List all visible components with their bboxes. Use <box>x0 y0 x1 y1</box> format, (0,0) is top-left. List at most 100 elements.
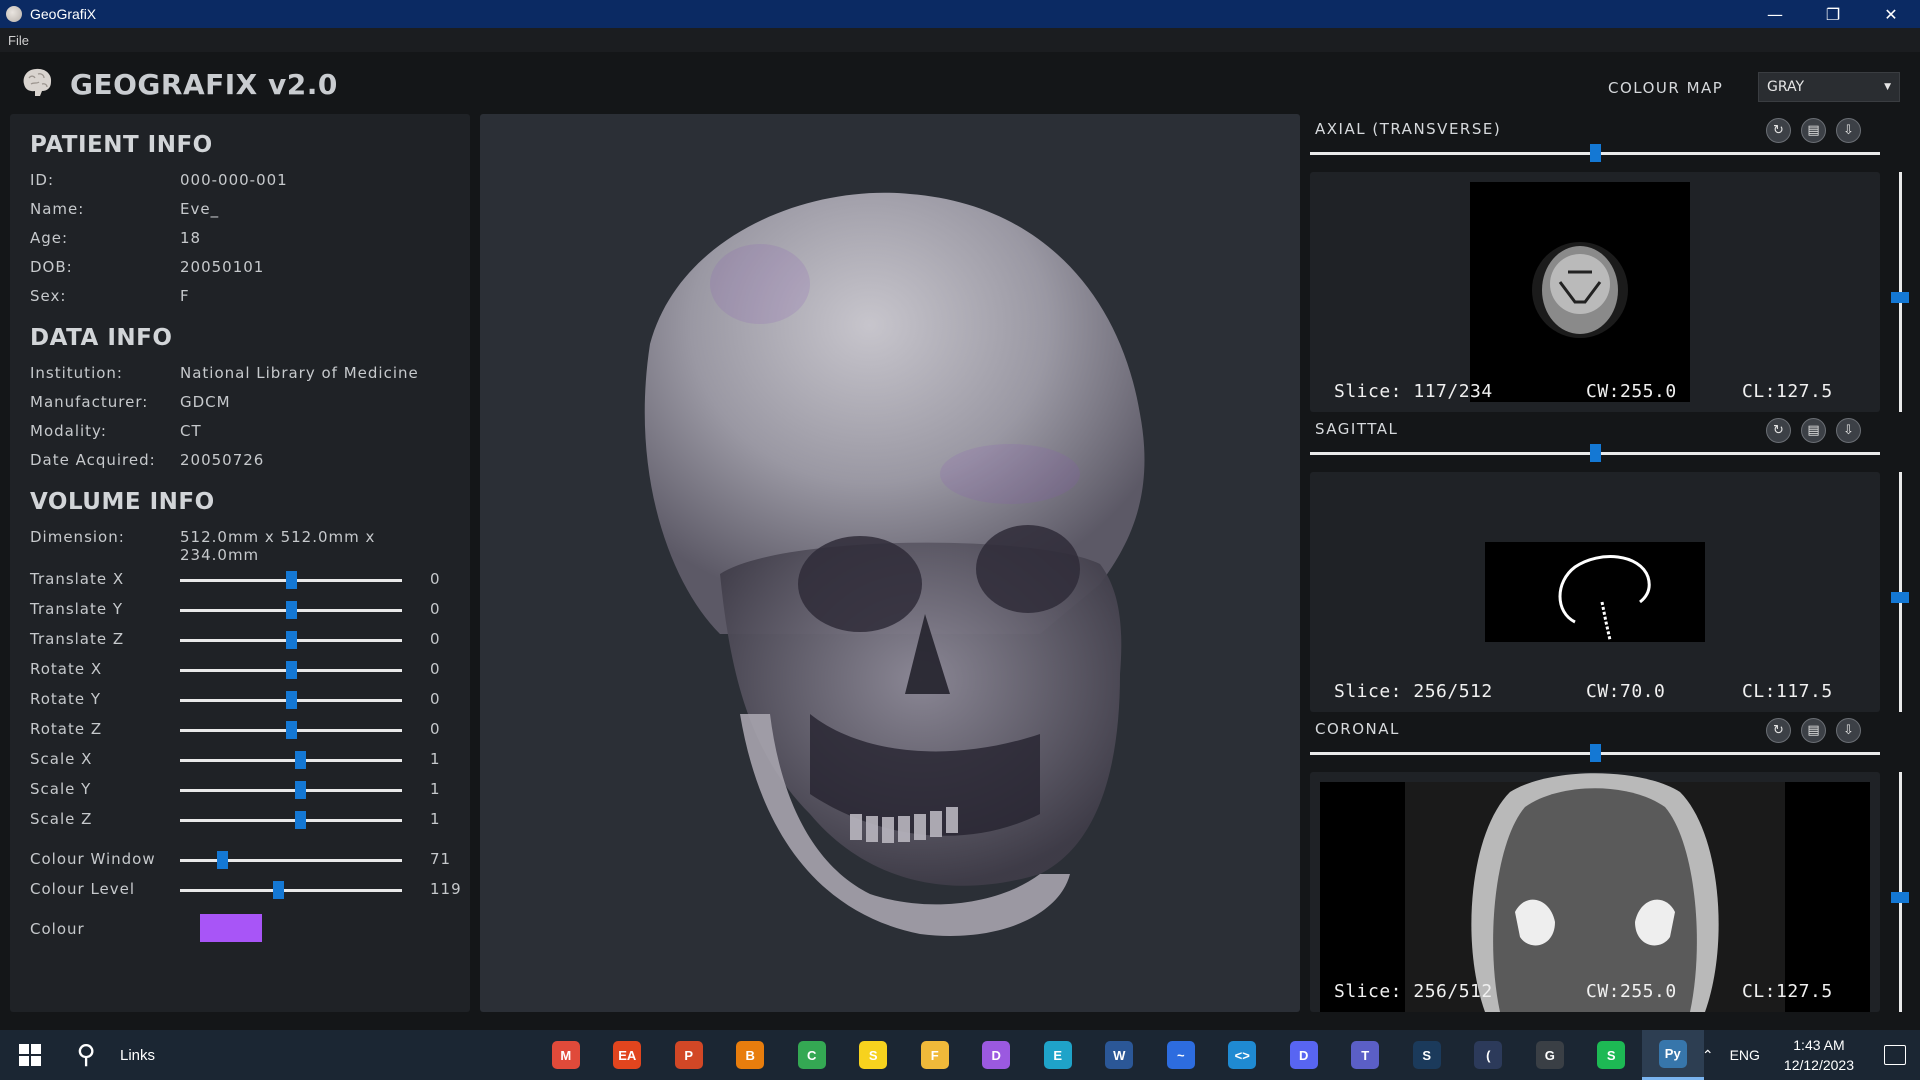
slider-thumb[interactable] <box>286 601 297 619</box>
slider-thumb[interactable] <box>294 751 306 769</box>
blender-icon: B <box>736 1041 765 1069</box>
skull-volume-render <box>644 192 1145 936</box>
taskbar-word-button[interactable]: W <box>1089 1030 1151 1080</box>
coronal-slice-image <box>1320 773 1870 1012</box>
reset-icon[interactable]: ↻ <box>1766 118 1791 143</box>
taskbar-mail-button[interactable]: M <box>535 1030 597 1080</box>
close-button[interactable]: ✕ <box>1862 0 1920 28</box>
slider-thumb[interactable] <box>1590 444 1601 462</box>
translate-z-label: Translate Z <box>30 630 125 648</box>
taskbar-edge-button[interactable]: E <box>1027 1030 1089 1080</box>
scale-y-value: 1 <box>430 780 441 798</box>
taskbar-discord-button[interactable]: D <box>1273 1030 1335 1080</box>
taskbar-chrome-button[interactable]: C <box>781 1030 843 1080</box>
translate-y-slider[interactable] <box>180 601 402 619</box>
slider-thumb[interactable] <box>272 881 284 899</box>
coronal-horizontal-slider[interactable] <box>1310 744 1880 762</box>
sagittal-vertical-slider[interactable] <box>1891 472 1909 712</box>
clock[interactable]: 1:43 AM 12/12/2023 <box>1784 1035 1854 1075</box>
slider-thumb[interactable] <box>286 691 297 709</box>
taskbar-ea-button[interactable]: EA <box>597 1030 659 1080</box>
scale-x-slider[interactable] <box>180 751 402 769</box>
taskbar-sticky-notes-button[interactable]: S <box>843 1030 905 1080</box>
axial-horizontal-slider[interactable] <box>1310 144 1880 162</box>
colour-window-slider[interactable] <box>180 851 402 869</box>
whiteboard-icon: ~ <box>1166 1041 1195 1069</box>
download-icon[interactable]: ⇩ <box>1836 718 1861 743</box>
slider-thumb[interactable] <box>1590 744 1601 762</box>
patient-info-value: 18 <box>180 229 202 247</box>
sagittal-horizontal-slider[interactable] <box>1310 444 1880 462</box>
patient-info-value: Eve_ <box>180 200 220 218</box>
slider-thumb[interactable] <box>286 571 297 589</box>
search-icon[interactable]: ⚲ <box>60 1030 112 1080</box>
download-icon[interactable]: ⇩ <box>1836 418 1861 443</box>
taskbar-eclipse-button[interactable]: ( <box>1458 1030 1520 1080</box>
axial-vertical-slider[interactable] <box>1891 172 1909 412</box>
file-explorer-icon: F <box>920 1041 949 1069</box>
taskbar-teams-button[interactable]: T <box>1335 1030 1397 1080</box>
start-button[interactable] <box>0 1030 60 1080</box>
scale-z-slider[interactable] <box>180 811 402 829</box>
steam-icon: S <box>1412 1041 1441 1069</box>
patient-info-value: 000-000-001 <box>180 171 288 189</box>
notification-icon[interactable] <box>1884 1045 1906 1065</box>
coronal-slice-panel[interactable]: Slice: 256/512 CW:255.0 CL:127.5 <box>1310 772 1880 1012</box>
reset-icon[interactable]: ↻ <box>1766 718 1791 743</box>
slider-thumb[interactable] <box>286 631 297 649</box>
slider-thumb[interactable] <box>286 661 297 679</box>
taskbar-whiteboard-button[interactable]: ~ <box>1150 1030 1212 1080</box>
taskbar-game-controller-button[interactable]: G <box>1519 1030 1581 1080</box>
slider-thumb[interactable] <box>286 721 297 739</box>
sagittal-slice-panel[interactable]: Slice: 256/512 CW:70.0 CL:117.5 <box>1310 472 1880 712</box>
data-info-row: Institution: National Library of Medicine <box>30 359 450 388</box>
layers-icon[interactable]: ▤ <box>1801 118 1826 143</box>
slider-thumb[interactable] <box>217 851 229 869</box>
rotate-z-slider[interactable] <box>180 721 402 739</box>
rotate-x-slider[interactable] <box>180 661 402 679</box>
taskbar-steam-button[interactable]: S <box>1396 1030 1458 1080</box>
reset-icon[interactable]: ↻ <box>1766 418 1791 443</box>
layers-icon[interactable]: ▤ <box>1801 718 1826 743</box>
chevron-up-icon[interactable]: ⌃ <box>1702 1047 1714 1064</box>
volume-3d-viewport[interactable] <box>480 114 1300 1012</box>
colour-swatch-button[interactable] <box>200 914 262 942</box>
colour-window-slider-row: Colour Window 71 <box>30 844 450 874</box>
translate-z-slider[interactable] <box>180 631 402 649</box>
eclipse-icon: ( <box>1474 1041 1503 1069</box>
scale-y-slider[interactable] <box>180 781 402 799</box>
slider-thumb[interactable] <box>294 811 306 829</box>
cw-readout: CW:255.0 <box>1586 381 1677 402</box>
colour-map-select[interactable]: GRAY ▼ <box>1758 72 1900 102</box>
python-app-icon: Py <box>1658 1039 1687 1068</box>
search-label[interactable]: Links <box>120 1047 155 1064</box>
taskbar-paint-button[interactable]: D <box>966 1030 1028 1080</box>
coronal-vertical-slider[interactable] <box>1891 772 1909 1012</box>
slider-thumb[interactable] <box>1891 592 1909 603</box>
slider-thumb[interactable] <box>294 781 306 799</box>
rotate-y-slider[interactable] <box>180 691 402 709</box>
taskbar-spotify-button[interactable]: S <box>1581 1030 1643 1080</box>
slider-thumb[interactable] <box>1891 892 1909 903</box>
cw-readout: CW:70.0 <box>1586 681 1666 702</box>
menu-file[interactable]: File <box>8 33 29 48</box>
taskbar-blender-button[interactable]: B <box>720 1030 782 1080</box>
clock-time: 1:43 AM <box>1793 1037 1845 1053</box>
taskbar-powerpoint-button[interactable]: P <box>658 1030 720 1080</box>
restore-button[interactable]: ❐ <box>1804 0 1862 28</box>
slider-thumb[interactable] <box>1590 144 1601 162</box>
minimize-button[interactable]: — <box>1746 0 1804 28</box>
colour-level-slider[interactable] <box>180 881 402 899</box>
language-indicator[interactable]: ENG <box>1730 1047 1760 1063</box>
dimension-value: 512.0mm x 512.0mm x 234.0mm <box>180 528 376 564</box>
taskbar-vscode-button[interactable]: <> <box>1212 1030 1274 1080</box>
download-icon[interactable]: ⇩ <box>1836 118 1861 143</box>
data-info-value: 20050726 <box>180 451 265 469</box>
slider-thumb[interactable] <box>1891 292 1909 303</box>
translate-x-slider[interactable] <box>180 571 402 589</box>
axial-slice-panel[interactable]: Slice: 117/234 CW:255.0 CL:127.5 <box>1310 172 1880 412</box>
taskbar-file-explorer-button[interactable]: F <box>904 1030 966 1080</box>
layers-icon[interactable]: ▤ <box>1801 418 1826 443</box>
taskbar-python-app-button[interactable]: Py <box>1642 1030 1704 1080</box>
cl-readout: CL:127.5 <box>1742 981 1833 1002</box>
